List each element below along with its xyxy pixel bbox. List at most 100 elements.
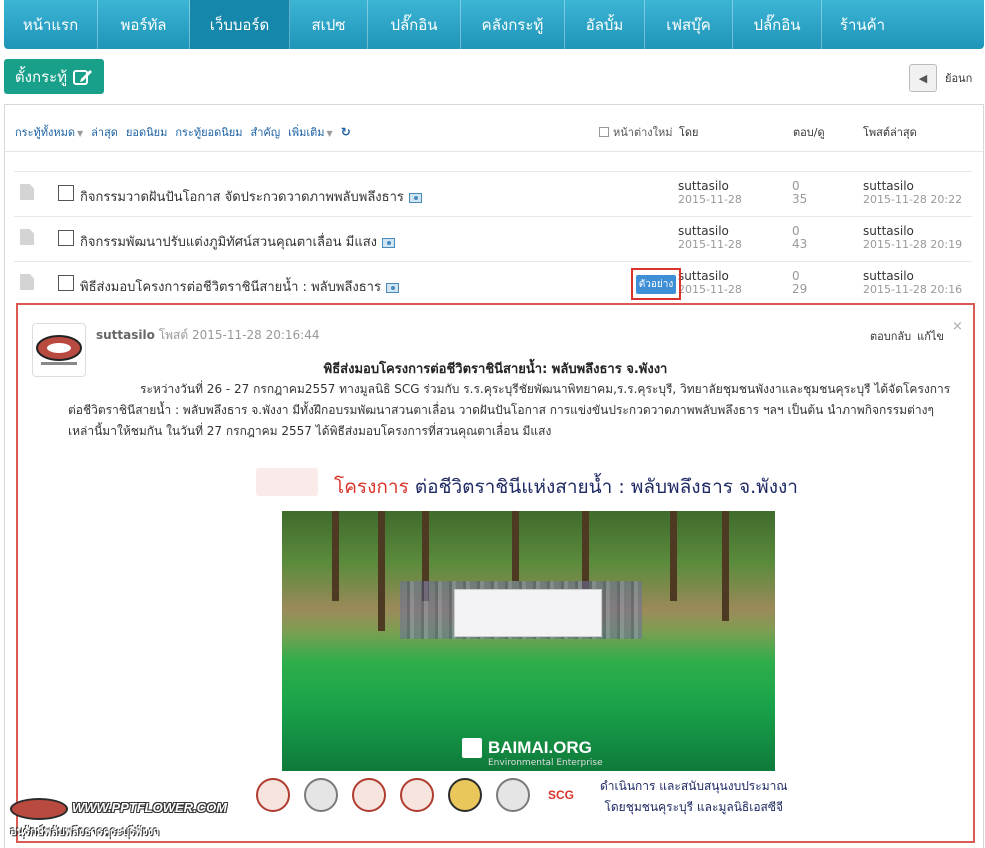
image-attachment-icon (381, 237, 395, 248)
group-photo (282, 511, 775, 771)
document-icon (20, 229, 34, 245)
new-window-checkbox[interactable] (599, 127, 609, 137)
nav-item-facebook[interactable]: เฟสบุ๊ค (645, 0, 733, 49)
image-attachment-icon (385, 282, 399, 293)
nav-item-plugin[interactable]: ปลั๊กอิน (368, 0, 461, 49)
watermark-logo-icon (10, 798, 68, 820)
filter-bar: กระทู้ทั้งหมด ▼ ล่าสุด ยอดนิยม กระทู้ยอดน… (15, 123, 351, 141)
edit-link[interactable]: แก้ไข (917, 327, 944, 345)
row-checkbox[interactable] (58, 230, 74, 246)
header-divider (5, 151, 983, 152)
image-attachment-icon (408, 192, 422, 203)
post-actions: ตอบกลับ แก้ไข (870, 327, 944, 345)
post-time: 2015-11-28 20:16:44 (192, 328, 320, 342)
sponsor-logo-icon (352, 778, 386, 812)
new-thread-button[interactable]: ตั้งกระทู้ (4, 59, 104, 94)
post-preview: suttasilo โพสต์ 2015-11-28 20:16:44 ตอบก… (16, 303, 975, 843)
brand-subtitle: Environmental Enterprise (488, 758, 603, 768)
reply-link[interactable]: ตอบกลับ (870, 327, 911, 345)
baimai-icon (462, 738, 482, 758)
author-link[interactable]: suttasilo (678, 179, 729, 193)
last-post-time: 2015-11-28 20:22 (863, 193, 963, 206)
nav-item-portal[interactable]: พอร์ทัล (98, 0, 190, 49)
reply-count: 0 (792, 269, 800, 283)
sponsor-logo-icon (304, 778, 338, 812)
close-icon[interactable]: × (952, 319, 963, 334)
posted-label: โพสต์ (158, 328, 189, 342)
sponsor-logo-icon (496, 778, 530, 812)
row-checkbox[interactable] (58, 275, 74, 291)
nav-item-home[interactable]: หน้าแรก (4, 0, 98, 49)
document-icon (20, 274, 34, 290)
view-count: 29 (792, 282, 808, 296)
nav-item-webboard[interactable]: เว็บบอร์ด (190, 0, 290, 49)
photo-banner (454, 589, 602, 637)
scg-logo: SCG (544, 778, 578, 812)
thread-last-post: suttasilo 2015-11-28 20:16 (863, 269, 963, 297)
last-author-link[interactable]: suttasilo (863, 269, 914, 283)
thread-date: 2015-11-28 (678, 238, 742, 251)
last-author-link[interactable]: suttasilo (863, 179, 914, 193)
author-link[interactable]: suttasilo (678, 269, 729, 283)
thread-author: suttasilo 2015-11-28 (678, 224, 742, 252)
refresh-icon[interactable]: ↻ (341, 125, 351, 139)
view-count: 35 (792, 192, 808, 206)
document-icon (20, 184, 34, 200)
nav-item-plugin-2[interactable]: ปลั๊กอิน (733, 0, 822, 49)
post-image: โครงการ ต่อชีวิตราชินีแห่งสายน้ำ : พลับพ… (252, 458, 802, 841)
filter-more[interactable]: เพิ่มเติม ▼ (288, 123, 333, 141)
thread-author: suttasilo 2015-11-28 (678, 179, 742, 207)
arrow-left-icon: ◀ (918, 71, 928, 85)
last-post-time: 2015-11-28 20:19 (863, 238, 963, 251)
thread-counts: 0 43 (792, 225, 807, 251)
preview-badge[interactable]: ตัวอย่าง (635, 274, 677, 294)
sponsor-logo-icon (400, 778, 434, 812)
post-author[interactable]: suttasilo (96, 328, 155, 342)
last-author-link[interactable]: suttasilo (863, 224, 914, 238)
preview-badge-highlight: ตัวอย่าง (631, 268, 681, 300)
brand-logo: BAIMAI.ORG (462, 738, 592, 758)
thread-title-link[interactable]: กิจกรรมวาดฝันปันโอกาส จัดประกวดวาดภาพพลั… (80, 186, 422, 207)
filter-important[interactable]: สำคัญ (251, 123, 281, 141)
nav-item-archive[interactable]: คลังกระทู้ (461, 0, 565, 49)
reply-count: 0 (792, 224, 800, 238)
thread-title-link[interactable]: พิธีส่งมอบโครงการต่อชีวิตราชินีสายน้ำ : … (80, 276, 399, 297)
site-watermark: WWW.PPTFLOWER.COM อนุรักษ์พลับพลึงธารคุร… (8, 796, 227, 840)
project-logo (256, 468, 318, 496)
nav-item-space[interactable]: สเปซ (290, 0, 368, 49)
row-checkbox[interactable] (58, 185, 74, 201)
thread-counts: 0 35 (792, 180, 807, 206)
new-window-toggle[interactable]: หน้าต่างใหม่ (599, 123, 673, 141)
view-count: 43 (792, 237, 808, 251)
watermark-subtitle: อนุรักษ์พลับพลึงธารคุระบุรีพังงา (10, 825, 160, 838)
table-row: พิธีส่งมอบโครงการต่อชีวิตราชินีสายน้ำ : … (14, 261, 972, 305)
edit-icon (73, 69, 93, 85)
author-link[interactable]: suttasilo (678, 224, 729, 238)
post-meta: suttasilo โพสต์ 2015-11-28 20:16:44 (96, 326, 319, 345)
sponsor-logo-icon (256, 778, 290, 812)
back-label: ย้อนก (945, 72, 973, 85)
post-title: พิธีส่งมอบโครงการต่อชีวิตราชินีสายน้ำ: พ… (323, 362, 668, 377)
filter-all-threads[interactable]: กระทู้ทั้งหมด ▼ (15, 123, 83, 141)
thread-author: suttasilo 2015-11-28 (678, 269, 742, 297)
table-row: กิจกรรมพัฒนาปรับแต่งภูมิทัศน์สวนคุณตาเลื… (14, 216, 972, 260)
sponsor-logo-icon (448, 778, 482, 812)
column-header-by: โดย (679, 126, 699, 139)
filter-latest[interactable]: ล่าสุด (91, 123, 118, 141)
nav-item-shop[interactable]: ร้านค้า (822, 0, 903, 49)
new-window-label: หน้าต่างใหม่ (613, 126, 673, 139)
watermark-url: WWW.PPTFLOWER.COM (72, 800, 228, 815)
caret-down-icon: ▼ (326, 129, 333, 138)
last-post-time: 2015-11-28 20:16 (863, 283, 963, 296)
back-button[interactable]: ◀ (909, 64, 937, 92)
thread-last-post: suttasilo 2015-11-28 20:19 (863, 224, 963, 252)
thread-date: 2015-11-28 (678, 283, 742, 296)
thread-date: 2015-11-28 (678, 193, 742, 206)
support-credit: ดำเนินการ และสนับสนุนงบประมาณ โดยชุมชนคุ… (600, 779, 788, 814)
thread-title-link[interactable]: กิจกรรมพัฒนาปรับแต่งภูมิทัศน์สวนคุณตาเลื… (80, 231, 395, 252)
back-control: ◀ ย้อนก (909, 64, 972, 92)
filter-hot-threads[interactable]: กระทู้ยอดนิยม (175, 123, 242, 141)
nav-item-album[interactable]: อัลบั้ม (565, 0, 645, 49)
sponsor-logos: SCG (256, 778, 578, 812)
filter-popular[interactable]: ยอดนิยม (126, 123, 167, 141)
